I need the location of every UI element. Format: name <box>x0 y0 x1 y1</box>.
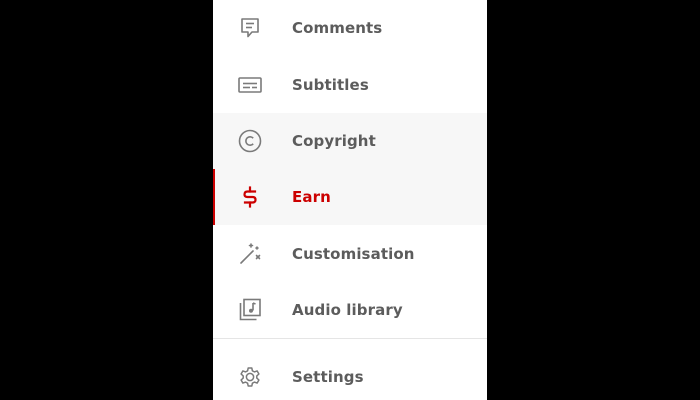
screen-frame: Comments Subtitles Copyright Earn Custom… <box>0 0 700 400</box>
gear-icon <box>237 364 263 390</box>
subtitles-icon <box>237 72 263 98</box>
sidebar-item-label: Comments <box>292 19 383 37</box>
sidebar-item-label: Subtitles <box>292 76 369 94</box>
copyright-icon <box>237 128 263 154</box>
active-indicator <box>213 169 215 225</box>
studio-sidebar: Comments Subtitles Copyright Earn Custom… <box>213 0 487 400</box>
sidebar-divider <box>213 338 487 339</box>
sidebar-item-earn[interactable]: Earn <box>213 169 487 225</box>
sidebar-item-copyright[interactable]: Copyright <box>213 113 487 169</box>
sidebar-item-audio-library[interactable]: Audio library <box>213 282 487 338</box>
sidebar-item-customisation[interactable]: Customisation <box>213 226 487 282</box>
sidebar-item-label: Customisation <box>292 245 415 263</box>
magic-wand-icon <box>237 241 263 267</box>
comment-icon <box>237 15 263 41</box>
sidebar-item-label: Settings <box>292 368 364 386</box>
sidebar-item-label: Copyright <box>292 132 376 150</box>
sidebar-item-comments[interactable]: Comments <box>213 0 487 56</box>
sidebar-item-label: Audio library <box>292 301 403 319</box>
dollar-icon <box>237 184 263 210</box>
sidebar-item-label: Earn <box>292 188 331 206</box>
audio-library-icon <box>237 297 263 323</box>
sidebar-item-settings[interactable]: Settings <box>213 349 487 400</box>
sidebar-item-subtitles[interactable]: Subtitles <box>213 57 487 113</box>
